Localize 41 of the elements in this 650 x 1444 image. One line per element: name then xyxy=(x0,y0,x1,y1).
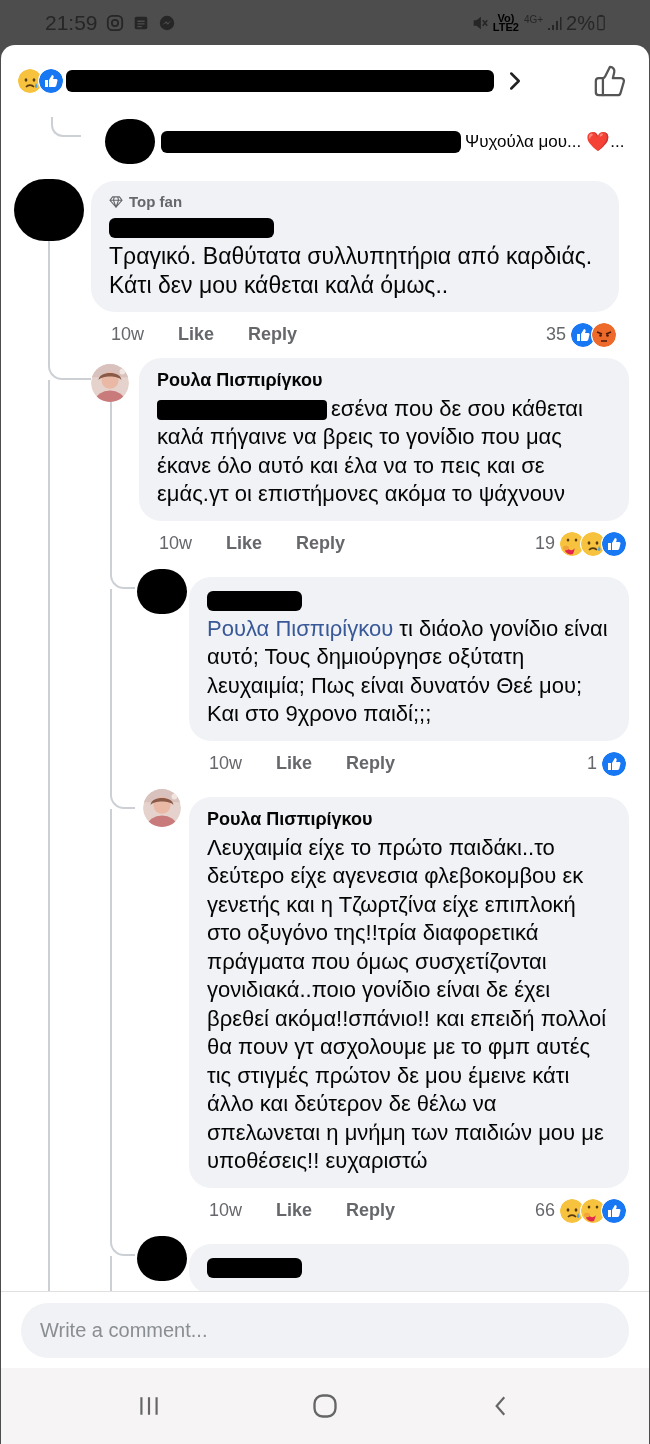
like-button[interactable]: Like xyxy=(276,1197,313,1224)
chat-bubble-icon xyxy=(157,13,176,32)
avatar xyxy=(105,119,155,164)
author-name: Ρουλα Πισπιρίγκου xyxy=(207,807,374,831)
comment-text: Ρουλα Πισπιρίγκου τι διάολο γονίδιο είναι αυτό; Τους δημιούργησε οξύτατη λευχαιμία; Πως είναι δυνατόν Θεέ μου; Και στο 9χρονο παιδί;;; xyxy=(207,614,609,728)
like-button[interactable]: Like xyxy=(178,321,215,348)
camera-icon xyxy=(105,13,124,32)
comment-text: εσένα που δε σου κάθεται καλά πήγαινε να βρεις το γονίδιο που μας έκανε όλο αυτό και έλα να το πεις και σε εμάς.γτ οι επιστήμονες ακόμα το ψάχνουν xyxy=(157,394,584,508)
reply-button[interactable]: Reply xyxy=(296,530,346,557)
comment-text: Λευχαιμία είχε το πρώτο παιδάκι..το δεύτερο είχε αγενεσια φλεβοκομβου εκ γενετής και η Τζωρτζίνα είχε επιπλοκή στο οξυγόνο της!!τρία διαφορετικά πράγματα που όμως συσχετίζονται γονιδιακά..ποιο γονίδιο είναι δε έχει βρεθεί ακόμα!!σπάνιο!! και επειδή πολλοί θα πουν γτ ασχολουμε με το φμπ αυτές τις στιγμές πρώτον δε μου έμεινε κάτι άλλο και δεύτερον δε θέλω να σπελωνεται η μνήμη των παιδιών μου με υποθέσεις!! ευχαριστώ xyxy=(207,833,608,1175)
ellipsis: ... xyxy=(610,131,625,154)
avatar xyxy=(137,1235,187,1281)
reaction-count: 1 xyxy=(587,752,597,775)
comment-input[interactable]: Write a comment... xyxy=(21,1302,629,1358)
like-icon[interactable] xyxy=(593,64,627,98)
reply-preview-text: Ψυχούλα μου... xyxy=(465,131,582,154)
reaction-count: 19 xyxy=(534,532,555,555)
reaction-count: 35 xyxy=(545,323,566,346)
top-fan-label: Top fan xyxy=(129,192,183,212)
signal-icon xyxy=(546,14,563,31)
network-label: Vo) xyxy=(497,13,515,23)
comment-time: 10w xyxy=(209,752,243,775)
reply-button[interactable]: Reply xyxy=(248,321,298,348)
like-button[interactable]: Like xyxy=(276,750,313,777)
comment-time: 10w xyxy=(159,532,193,555)
reply-button[interactable]: Reply xyxy=(346,1197,396,1224)
battery-icon xyxy=(597,14,605,31)
comment-time: 10w xyxy=(111,323,145,346)
like-button[interactable]: Like xyxy=(226,530,263,557)
home-icon[interactable] xyxy=(311,1392,339,1420)
reply-button[interactable]: Reply xyxy=(346,750,396,777)
network-label: LTE2 xyxy=(492,22,519,32)
comment-text: Τραγικό. Βαθύτατα συλλυπητήρια από καρδιάς. Κάτι δεν μου κάθεται καλά όμως.. xyxy=(109,241,594,300)
mention-link[interactable]: Ρουλα Πισπιρίγκου xyxy=(207,615,394,641)
reaction-count: 66 xyxy=(534,1199,555,1222)
comment-time: 10w xyxy=(209,1199,243,1222)
avatar xyxy=(137,568,187,614)
thread-connector xyxy=(51,117,81,137)
diamond-icon xyxy=(109,196,123,209)
heart-emoji: ❤ xyxy=(586,129,611,154)
author-name: Ρουλα Πισπιρίγκου xyxy=(157,368,324,392)
